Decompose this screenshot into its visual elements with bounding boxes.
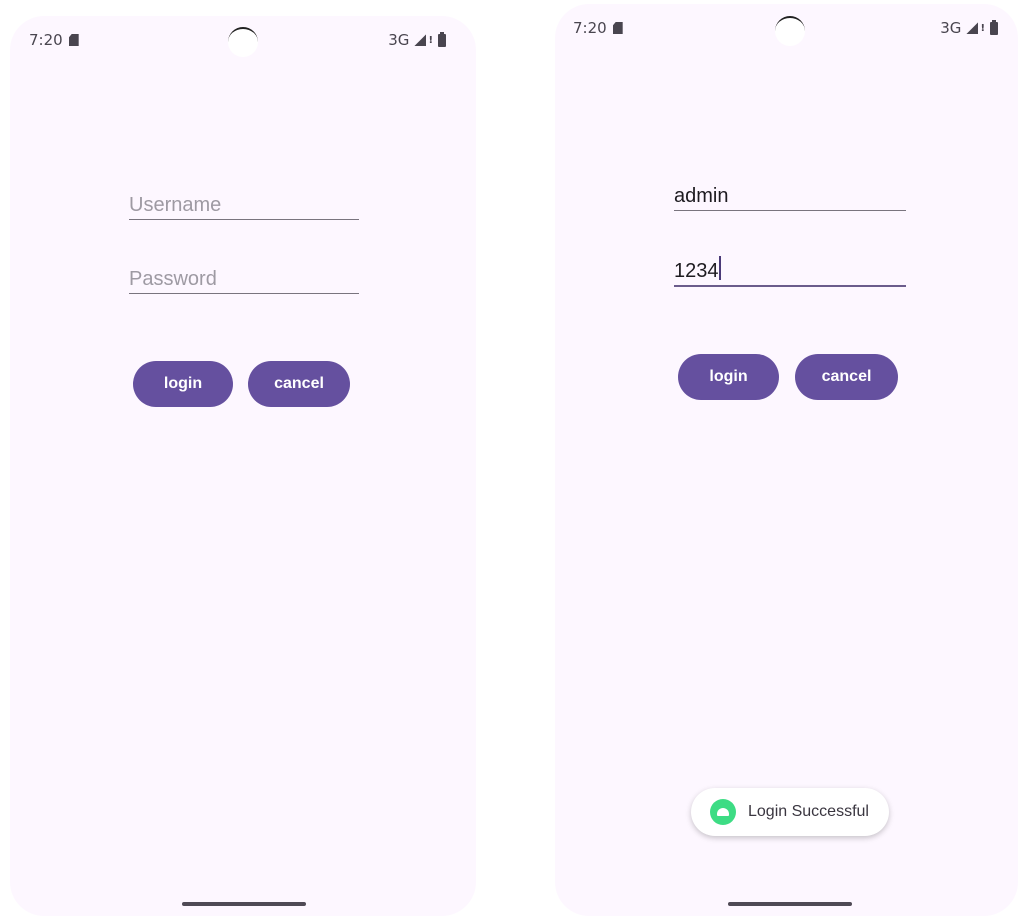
password-input[interactable] xyxy=(129,268,359,291)
network-type: 3G xyxy=(940,19,962,37)
sd-card-icon xyxy=(612,22,623,34)
battery-icon xyxy=(990,19,998,35)
camera-cutout xyxy=(775,16,805,46)
login-button[interactable]: login xyxy=(678,354,779,400)
toast: Login Successful xyxy=(691,788,889,836)
android-icon xyxy=(710,799,736,825)
username-input[interactable] xyxy=(674,185,906,208)
phone-screen-filled: 7:20 3G ! login cancel Login Successful xyxy=(555,4,1018,916)
signal-icon xyxy=(966,22,979,34)
password-input[interactable] xyxy=(674,260,906,283)
battery-icon xyxy=(438,31,446,47)
gesture-bar[interactable] xyxy=(182,902,306,906)
signal-alert-icon: ! xyxy=(980,22,985,34)
status-right-icons: 3G ! xyxy=(388,31,446,49)
network-type: 3G xyxy=(388,31,410,49)
username-field[interactable] xyxy=(129,183,359,220)
status-time-group: 7:20 xyxy=(29,31,79,49)
cancel-button[interactable]: cancel xyxy=(795,354,898,400)
signal-alert-icon: ! xyxy=(428,34,433,46)
cancel-button[interactable]: cancel xyxy=(248,361,350,407)
status-time-group: 7:20 xyxy=(573,19,623,37)
password-field[interactable] xyxy=(129,257,359,294)
status-right-icons: 3G ! xyxy=(940,19,998,37)
username-field[interactable] xyxy=(674,174,906,211)
phone-screen-empty: 7:20 3G ! login cancel xyxy=(10,16,476,916)
status-time: 7:20 xyxy=(573,19,607,37)
text-cursor xyxy=(719,256,721,280)
username-input[interactable] xyxy=(129,194,359,217)
gesture-bar[interactable] xyxy=(728,902,852,906)
stage: 7:20 3G ! login cancel 7:20 xyxy=(0,0,1018,918)
password-field[interactable] xyxy=(674,249,906,287)
toast-message: Login Successful xyxy=(748,803,869,820)
login-button[interactable]: login xyxy=(133,361,233,407)
status-time: 7:20 xyxy=(29,31,63,49)
camera-cutout xyxy=(228,27,258,57)
signal-icon xyxy=(414,34,427,46)
sd-card-icon xyxy=(68,34,79,46)
